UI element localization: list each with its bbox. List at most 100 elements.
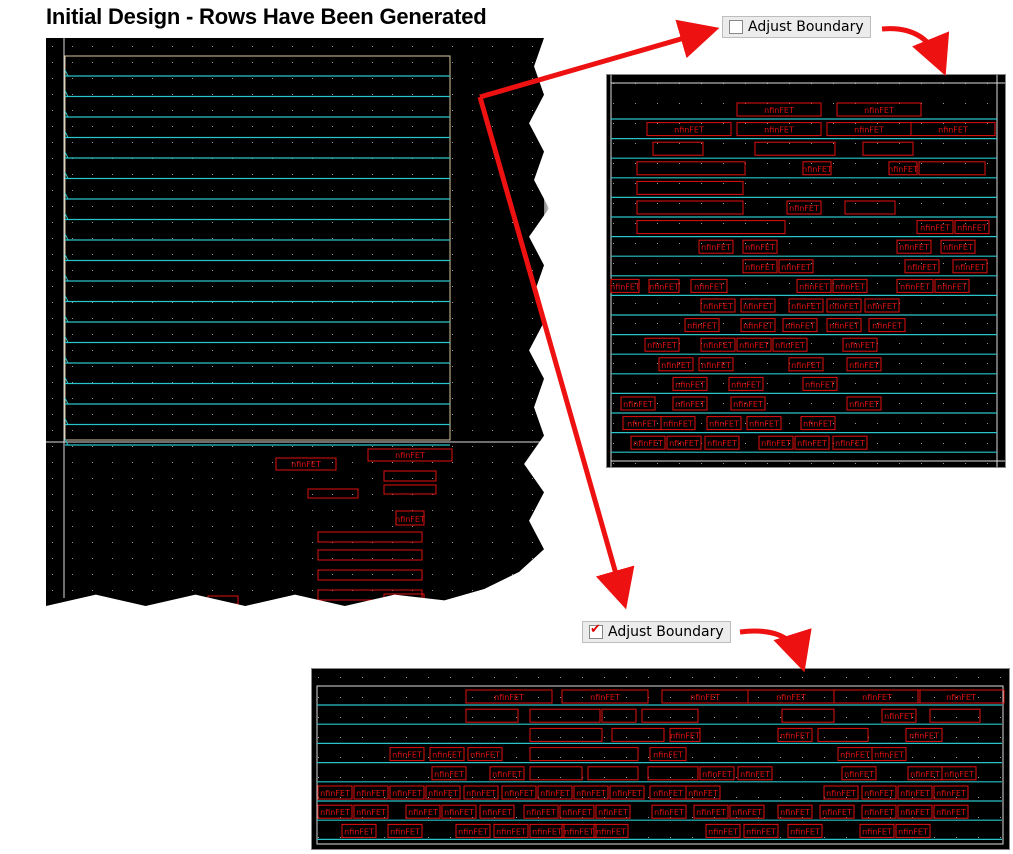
grid-dot	[112, 62, 113, 63]
grid-dot	[472, 446, 473, 447]
grid-dot	[1000, 797, 1001, 798]
grid-dot	[352, 382, 353, 383]
grid-dot	[232, 590, 233, 591]
grid-dot	[392, 558, 393, 559]
adjust-boundary-label: Adjust Boundary	[748, 19, 864, 35]
grid-dot	[877, 423, 878, 424]
grid-dot	[626, 717, 627, 718]
grid-dot	[232, 478, 233, 479]
grid-dot	[332, 94, 333, 95]
grid-dot	[670, 777, 671, 778]
adjust-boundary-checked-control[interactable]: Adjust Boundary	[582, 621, 731, 643]
grid-dot	[899, 363, 900, 364]
grid-dot	[232, 222, 233, 223]
grid-dot	[392, 238, 393, 239]
grid-dot	[232, 270, 233, 271]
grid-dot	[212, 318, 213, 319]
cell-label: nfinFET	[936, 789, 966, 798]
adjust-boundary-unchecked-control[interactable]: Adjust Boundary	[722, 16, 871, 38]
grid-dot	[758, 677, 759, 678]
grid-dot	[132, 590, 133, 591]
grid-dot	[92, 302, 93, 303]
grid-dot	[1000, 757, 1001, 758]
grid-dot	[192, 542, 193, 543]
grid-dot	[965, 143, 966, 144]
grid-dot	[352, 430, 353, 431]
grid-dot	[758, 737, 759, 738]
grid-dot	[745, 223, 746, 224]
grid-dot	[72, 558, 73, 559]
cell-box	[601, 708, 637, 723]
grid-dot	[452, 494, 453, 495]
grid-dot	[212, 334, 213, 335]
grid-dot	[921, 303, 922, 304]
grid-dot	[412, 558, 413, 559]
grid-dot	[212, 302, 213, 303]
grid-dot	[934, 837, 935, 838]
grid-dot	[312, 366, 313, 367]
cell-label: nfinFET	[690, 693, 720, 702]
grid-dot	[332, 334, 333, 335]
grid-dot	[252, 430, 253, 431]
cell-box	[862, 141, 914, 156]
grid-dot	[657, 143, 658, 144]
grid-dot	[472, 590, 473, 591]
grid-dot	[492, 526, 493, 527]
grid-dot	[292, 446, 293, 447]
grid-dot	[392, 142, 393, 143]
grid-dot	[372, 398, 373, 399]
grid-dot	[318, 677, 319, 678]
grid-dot	[472, 494, 473, 495]
grid-dot	[72, 62, 73, 63]
grid-dot	[679, 123, 680, 124]
grid-dot	[318, 777, 319, 778]
grid-dot	[613, 223, 614, 224]
grid-dot	[92, 494, 93, 495]
grid-dot	[868, 717, 869, 718]
grid-dot	[472, 558, 473, 559]
grid-dot	[212, 142, 213, 143]
grid-dot	[877, 443, 878, 444]
grid-dot	[92, 462, 93, 463]
grid-dot	[372, 302, 373, 303]
grid-dot	[432, 590, 433, 591]
cell-box	[529, 766, 583, 781]
grid-dot	[112, 414, 113, 415]
grid-dot	[432, 302, 433, 303]
grid-dot	[132, 446, 133, 447]
grid-dot	[833, 363, 834, 364]
cell-label: nfinFET	[674, 126, 704, 135]
unchecked-checkbox-icon[interactable]	[729, 20, 743, 34]
grid-dot	[767, 463, 768, 464]
grid-dot	[472, 46, 473, 47]
grid-dot	[112, 286, 113, 287]
cell-label: nfinFET	[822, 808, 852, 817]
grid-dot	[943, 263, 944, 264]
grid-dot	[362, 777, 363, 778]
grid-dot	[833, 403, 834, 404]
grid-dot	[212, 478, 213, 479]
grid-dot	[392, 398, 393, 399]
grid-dot	[428, 777, 429, 778]
grid-dot	[272, 238, 273, 239]
grid-dot	[292, 558, 293, 559]
grid-dot	[52, 78, 53, 79]
cell-label: nfinFET	[874, 751, 904, 760]
page-title: Initial Design - Rows Have Been Generate…	[46, 4, 487, 29]
grid-dot	[723, 123, 724, 124]
checked-checkbox-icon[interactable]	[589, 622, 603, 639]
grid-dot	[352, 510, 353, 511]
grid-dot	[332, 142, 333, 143]
grid-dot	[648, 677, 649, 678]
grid-dot	[635, 123, 636, 124]
grid-dot	[604, 677, 605, 678]
grid-dot	[232, 206, 233, 207]
cell-label: nfinFET	[888, 165, 918, 174]
grid-dot	[272, 46, 273, 47]
grid-dot	[432, 238, 433, 239]
grid-dot	[292, 174, 293, 175]
grid-dot	[692, 817, 693, 818]
grid-dot	[292, 286, 293, 287]
grid-dot	[212, 286, 213, 287]
grid-dot	[472, 462, 473, 463]
